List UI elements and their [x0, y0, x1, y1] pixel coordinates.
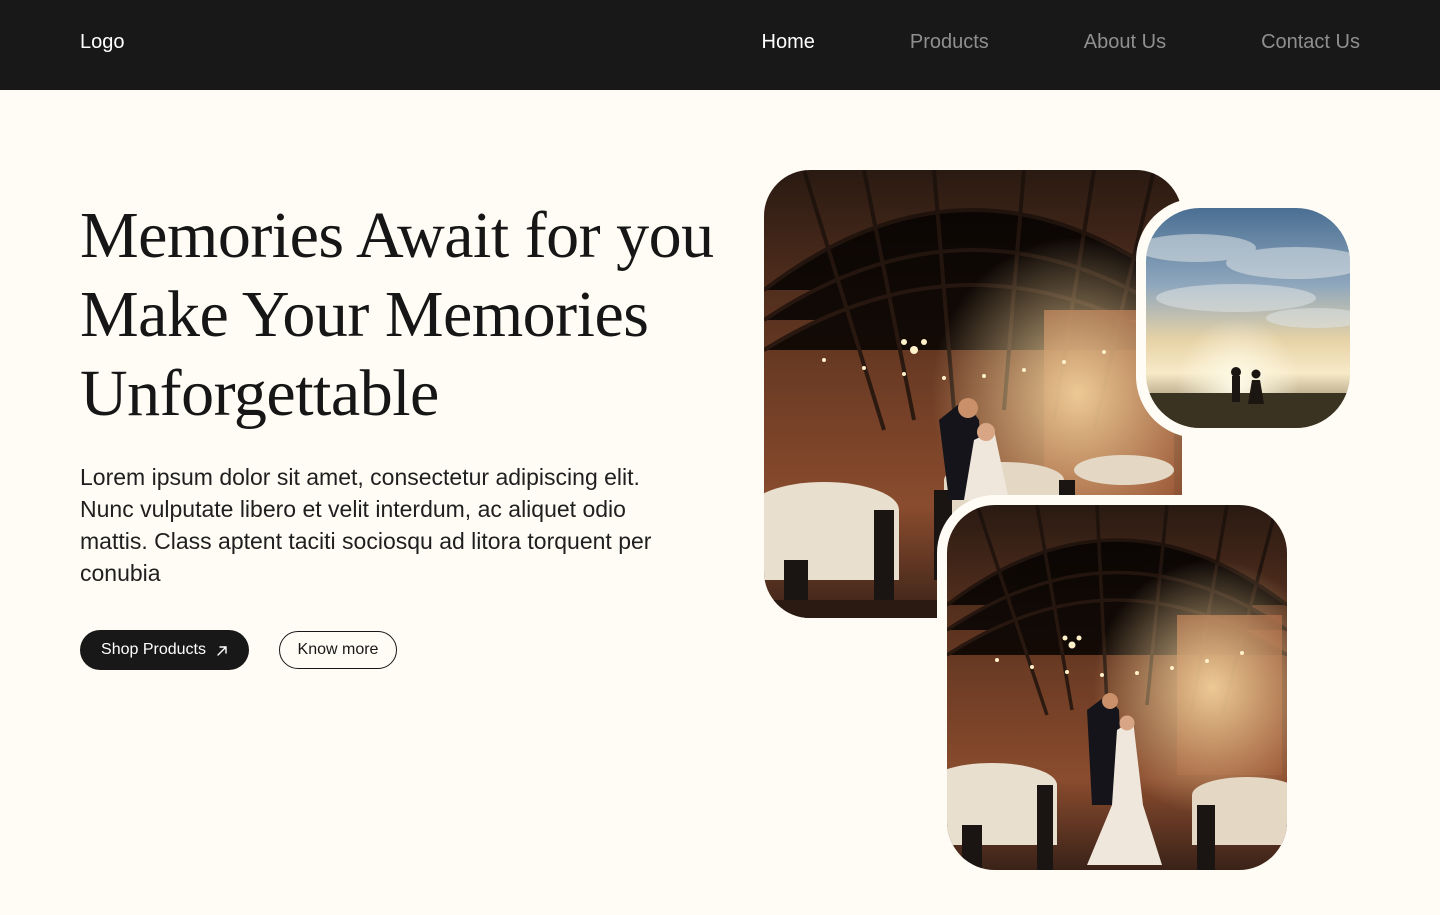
hero-title: Memories Await for you Make Your Memorie… — [80, 196, 740, 433]
hero-title-line-1: Memories Await for you — [80, 199, 714, 272]
hero-description: Lorem ipsum dolor sit amet, consectetur … — [80, 464, 652, 586]
top-navbar: Logo Home Products About Us Contact Us — [0, 0, 1440, 90]
nav-link-contact-us[interactable]: Contact Us — [1261, 31, 1360, 54]
nav-link-about-us[interactable]: About Us — [1084, 31, 1166, 54]
hero-title-line-2: Make Your Memories — [80, 278, 649, 351]
arrow-up-right-icon — [216, 644, 228, 656]
sunset-couple-photo — [1146, 208, 1350, 428]
wedding-barn-photo-small — [947, 505, 1287, 870]
nav-link-home[interactable]: Home — [762, 31, 815, 54]
know-more-button[interactable]: Know more — [279, 631, 397, 669]
nav-link-products[interactable]: Products — [910, 31, 989, 54]
shop-products-label: Shop Products — [101, 641, 206, 658]
hero-title-line-3: Unforgettable — [80, 357, 439, 430]
shop-products-button[interactable]: Shop Products — [80, 630, 249, 670]
logo[interactable]: Logo — [80, 31, 125, 54]
nav-links: Home Products About Us Contact Us — [762, 31, 1361, 54]
